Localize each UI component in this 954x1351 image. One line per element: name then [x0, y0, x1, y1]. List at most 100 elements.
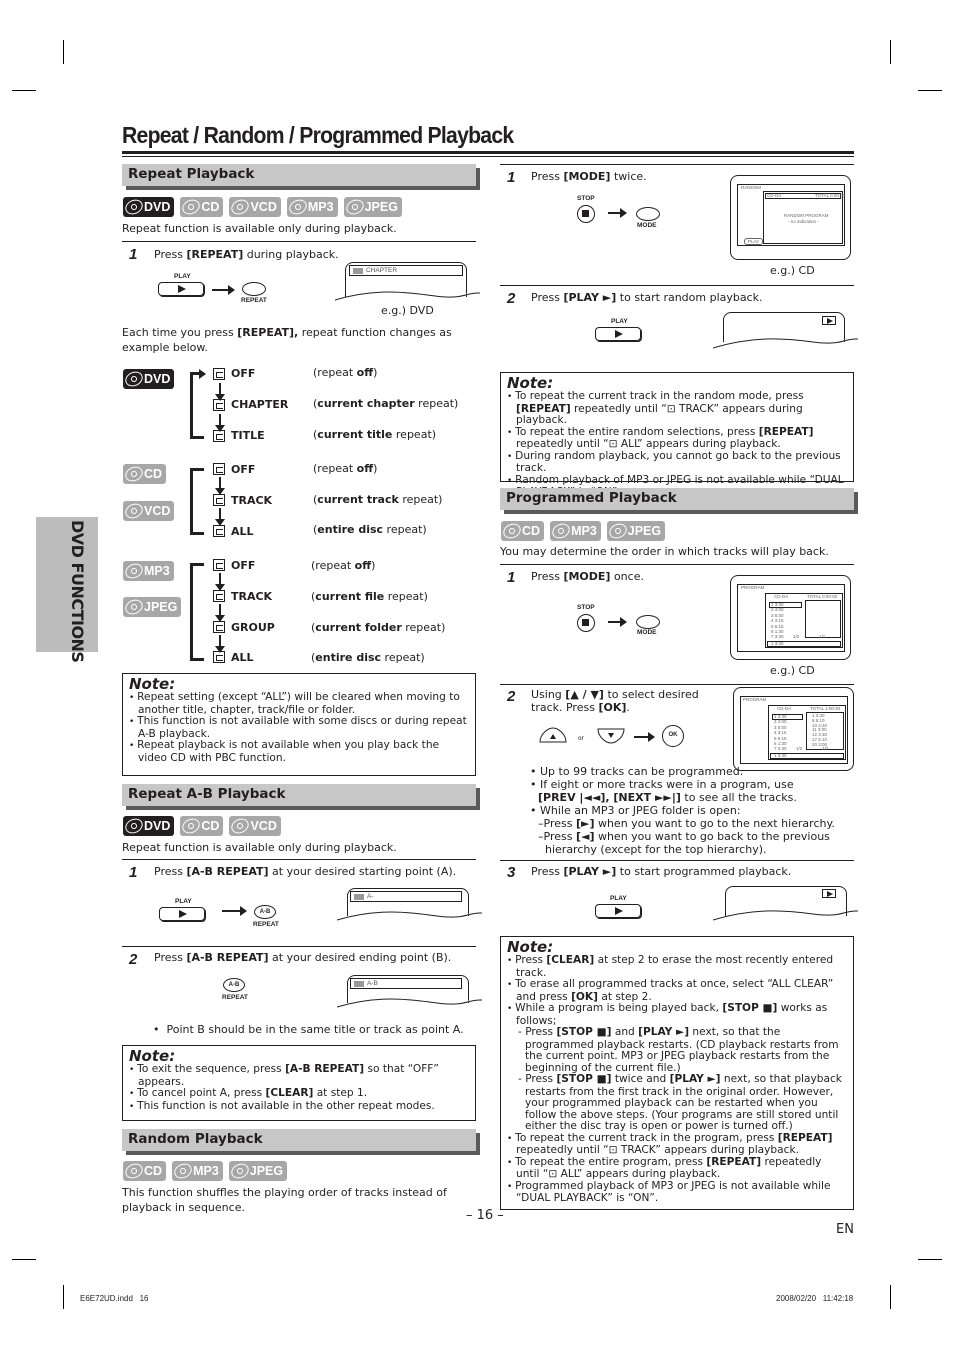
side-tab: [36, 517, 98, 652]
crop-mark: [12, 1259, 36, 1260]
badge-cd: CD: [122, 1160, 167, 1182]
track-list: 1 3:30 2 4:00 3 5:00 4 3:15 5 6:15 6 1:30 7 3:…: [771, 602, 784, 640]
badge-cd: CD: [180, 196, 224, 218]
play-label: PLAY: [610, 895, 627, 902]
disc-badges: DVD CD VCD MP3 JPEG: [122, 196, 402, 218]
play-button[interactable]: [595, 327, 641, 341]
flow-desc: (repeat off): [311, 559, 376, 572]
flow-label: GROUP: [231, 621, 275, 634]
or-label: or: [578, 735, 585, 742]
bullet-subitem-cont: hierarchy (except for the top hierarchy)…: [545, 843, 767, 856]
title-rule: [122, 156, 854, 157]
flow-label: TITLE: [231, 429, 265, 442]
bullet-subitem: –Press [►] when you want to go to the ne…: [538, 817, 835, 830]
repeat-icon: [213, 621, 225, 633]
badge-mp3: MP3: [549, 520, 601, 542]
ok-button[interactable]: OK: [662, 725, 684, 747]
ab-repeat-button[interactable]: A-B: [254, 905, 276, 919]
badge-jpeg: JPEG: [122, 596, 182, 618]
note-item: During random playback, you cannot go ba…: [507, 450, 847, 475]
footer-filename: E6E72UD.indd 16: [80, 1294, 149, 1303]
step-instruction: Press [REPEAT] during playback.: [154, 248, 339, 261]
arrow-right-icon: [212, 285, 235, 295]
play-indicator-icon: [822, 889, 836, 898]
screen-play-btn: PLAY: [744, 238, 764, 245]
step-instruction: Press [PLAY ►] to start random playback.: [531, 291, 763, 304]
mode-button[interactable]: [636, 207, 660, 221]
stop-button[interactable]: [577, 205, 595, 223]
badge-dvd: DVD: [122, 196, 175, 218]
screen-disc: CD-DA: [777, 706, 792, 711]
screen-wave: [713, 910, 858, 921]
mode-label: MODE: [637, 629, 657, 636]
crop-mark: [63, 1285, 64, 1309]
example-label: e.g.) CD: [770, 664, 815, 677]
bullet-item: • Up to 99 tracks can be programmed.: [530, 765, 744, 778]
screen-wave: [713, 338, 858, 349]
flow-desc: (repeat off): [313, 366, 378, 379]
note-item: This function is not available in the ot…: [129, 1100, 469, 1114]
play-label: PLAY: [611, 318, 628, 325]
disc-icon: [180, 196, 203, 218]
note-heading: Note:: [129, 675, 176, 693]
note-item: Programmed playback of MP3 or JPEG is no…: [507, 1180, 847, 1205]
loop-line: [190, 658, 204, 661]
down-button[interactable]: [596, 726, 626, 746]
each-time-text: Each time you press [REPEAT], repeat fun…: [122, 326, 452, 339]
badge-cd: CD: [500, 520, 545, 542]
arrow-down-icon: [215, 635, 225, 653]
screen-title: RANDOM: [741, 185, 761, 190]
page-title: Repeat / Random / Programmed Playback: [122, 122, 514, 148]
screen-line2: - no indication -: [788, 219, 819, 224]
program-list: [805, 600, 841, 638]
repeat-icon: [213, 494, 225, 506]
disc-icon: [122, 500, 146, 522]
screen-total: TOTAL 0:00:00: [815, 193, 846, 198]
mode-button[interactable]: [636, 615, 660, 629]
arrow-right-icon: [634, 732, 655, 742]
osd-ab: A-B: [350, 978, 462, 989]
stop-button[interactable]: [577, 614, 595, 632]
divider: [122, 946, 476, 947]
step-instruction: Press [PLAY ►] to start programmed playb…: [531, 865, 792, 878]
repeat-button[interactable]: [242, 282, 266, 296]
badge-cd: CD: [180, 815, 224, 837]
up-button[interactable]: [538, 726, 568, 746]
step-number: 1: [507, 169, 516, 186]
ab-repeat-button[interactable]: A-B: [223, 978, 245, 992]
flow-label: OFF: [231, 367, 256, 380]
screen-wave: [337, 911, 482, 921]
divider: [500, 285, 854, 286]
arrow-down-icon: [215, 414, 225, 432]
program-screen-2: PROGRAM CD-DA TOTAL 1:00:30 1 3:30 2 4:00…: [733, 687, 854, 771]
arrow-down-icon: [215, 604, 225, 622]
play-button[interactable]: [595, 904, 641, 918]
bullet-subitem: –Press [◄] when you want to go back to t…: [538, 830, 830, 843]
program-bullets: • Up to 99 tracks can be programmed. • I…: [530, 765, 835, 856]
note-heading: Note:: [507, 938, 554, 956]
disc-badges: CD MP3 JPEG: [500, 520, 666, 542]
note-item: To repeat the current track in the rando…: [507, 390, 847, 427]
disc-icon: [343, 196, 366, 218]
page-indicator: 1/2: [796, 746, 803, 751]
flow-label: TRACK: [231, 590, 273, 603]
play-label: PLAY: [174, 273, 191, 280]
flow-desc: (entire disc repeat): [313, 523, 427, 536]
divider: [500, 860, 854, 861]
random-intro-2: playback in sequence.: [122, 1201, 245, 1214]
screen-disc: CD-DA: [767, 193, 782, 198]
flow-label: TRACK: [231, 494, 273, 507]
step-instruction-2: track. Press [OK].: [531, 701, 630, 714]
disc-icon: [122, 463, 146, 485]
disc-icon: [122, 1160, 146, 1182]
stop-label: STOP: [577, 195, 595, 202]
repeat-label: REPEAT: [241, 297, 267, 304]
play-button[interactable]: [159, 907, 205, 921]
disc-icon: [549, 520, 573, 542]
play-button[interactable]: [158, 282, 204, 296]
note-item: To cancel point A, press [CLEAR] at step…: [129, 1087, 469, 1101]
disc-icon: [180, 815, 203, 837]
step-instruction: Press [A-B REPEAT] at your desired endin…: [154, 951, 452, 964]
play-label: PLAY: [175, 898, 192, 905]
disc-icon: [229, 196, 252, 218]
